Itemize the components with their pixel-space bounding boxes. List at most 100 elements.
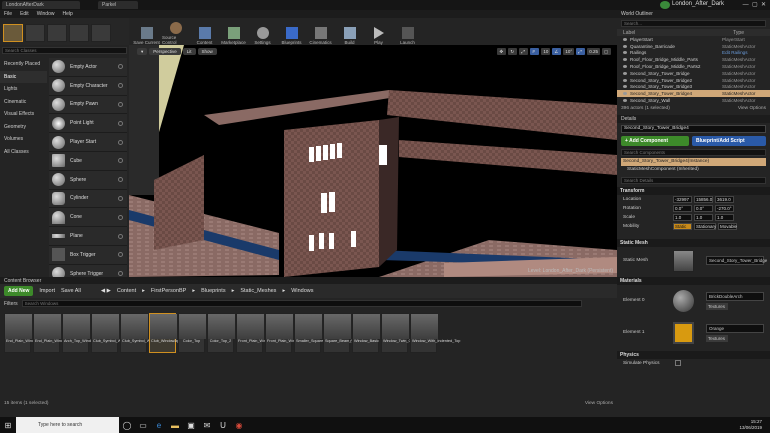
edge-browser-icon[interactable]: e xyxy=(151,417,167,433)
level-tab[interactable]: LondonAfterDark xyxy=(2,1,80,9)
static-mesh-dropdown[interactable]: Second_Story_Tower_Bridge xyxy=(706,256,767,266)
rotation-snap-value[interactable]: 10° xyxy=(563,48,575,55)
place-item[interactable]: Point Light xyxy=(49,114,127,134)
asset-tile[interactable]: Color_Top_2 xyxy=(207,313,235,353)
scale-x[interactable]: 1.0 xyxy=(673,213,692,221)
paint-mode-button[interactable] xyxy=(25,24,45,42)
asset-tile-selected[interactable]: Club_Window2 xyxy=(149,313,177,353)
breadcrumb-static-meshes[interactable]: Static_Meshes xyxy=(240,288,276,294)
eye-icon[interactable] xyxy=(623,65,627,69)
maximize-viewport-button[interactable]: ▢ xyxy=(602,48,611,55)
outliner-search-input[interactable]: Search... xyxy=(621,20,766,27)
eye-icon[interactable] xyxy=(623,71,627,75)
show-button[interactable]: Show xyxy=(197,48,217,55)
place-item[interactable]: Box Trigger xyxy=(49,245,127,265)
outliner-row[interactable]: Quarantine_Barricade StaticMeshActor xyxy=(617,43,770,50)
foliage-mode-button[interactable] xyxy=(69,24,89,42)
filters-button[interactable]: Filters xyxy=(4,301,18,307)
place-item[interactable]: Empty Actor xyxy=(49,58,127,77)
store-icon[interactable]: ▣ xyxy=(183,417,199,433)
place-item[interactable]: Cylinder xyxy=(49,189,127,209)
menu-window[interactable]: Window xyxy=(37,11,55,17)
file-explorer-icon[interactable]: ▬ xyxy=(167,417,183,433)
asset-tile[interactable]: Color_Top xyxy=(178,313,206,353)
eye-icon[interactable] xyxy=(623,37,627,41)
task-view-icon[interactable]: ◯ xyxy=(119,417,135,433)
source-control-button[interactable]: Source Control xyxy=(162,19,189,45)
add-component-button[interactable]: + Add Component xyxy=(621,135,689,146)
outliner-view-options[interactable]: View Options xyxy=(738,106,766,111)
content-button[interactable]: Content xyxy=(191,19,218,45)
settings-button[interactable]: Settings xyxy=(249,19,276,45)
transform-section[interactable]: Transform xyxy=(617,186,770,195)
parkel-tab[interactable]: Parkel xyxy=(98,1,138,9)
taskview-icon[interactable]: ▭ xyxy=(135,417,151,433)
scale-z[interactable]: 1.0 xyxy=(715,213,734,221)
rotation-x[interactable]: 0.0° xyxy=(673,204,692,212)
search-windows-input[interactable]: Search Windows xyxy=(21,300,582,307)
outliner-row[interactable]: Roof_Floor_Bridge_Middle_Parts2 StaticMes… xyxy=(617,63,770,70)
content-view-options[interactable]: View Options xyxy=(585,401,613,406)
grid-snap-value[interactable]: 10 xyxy=(541,48,551,55)
asset-tile[interactable]: Front_Plain_Window xyxy=(236,313,273,353)
search-classes-input[interactable]: Search Classes xyxy=(2,47,127,54)
chrome-icon[interactable]: ◉ xyxy=(231,417,247,433)
outliner-row[interactable]: Railings Edit Railings xyxy=(617,50,770,57)
instance-row[interactable]: Second_Story_Tower_Bridge4(Instance) xyxy=(621,157,766,166)
rotate-tool-button[interactable]: ↻ xyxy=(508,48,518,55)
cinematics-button[interactable]: Cinematics xyxy=(307,19,334,45)
outliner-row[interactable]: Second_Story_Tower_Bridge StaticMeshActor xyxy=(617,70,770,77)
level-viewport[interactable]: ▾ Perspective Lit Show ✥ ↻ ⤢ # 10 ∠ 10° … xyxy=(129,45,617,277)
eye-icon[interactable] xyxy=(623,44,627,48)
category-lights[interactable]: Lights xyxy=(0,83,47,96)
scale-snap-value[interactable]: 0.25 xyxy=(587,48,600,55)
mobility-movable[interactable]: Movable xyxy=(718,222,737,230)
material-thumbnail[interactable] xyxy=(672,321,694,344)
start-button[interactable]: ⊞ xyxy=(0,417,16,433)
category-cinematic[interactable]: Cinematic xyxy=(0,96,47,109)
static-mesh-section[interactable]: Static Mesh xyxy=(617,238,770,247)
simulate-physics-checkbox[interactable] xyxy=(675,360,681,367)
location-y[interactable]: 15856.0 xyxy=(694,195,713,203)
element0-dropdown[interactable]: BrickDoubleArch xyxy=(706,291,764,301)
unreal-engine-icon[interactable]: U xyxy=(215,417,231,433)
viewport-options-button[interactable]: ▾ xyxy=(137,48,148,55)
outliner-row[interactable]: Second_Story_Wall StaticMeshActor xyxy=(617,97,770,104)
category-volumes[interactable]: Volumes xyxy=(0,133,47,146)
category-basic[interactable]: Basic xyxy=(0,70,47,83)
marketplace-button[interactable]: Marketplace xyxy=(220,19,247,45)
asset-tile[interactable]: Arch_Top_Window xyxy=(62,313,96,353)
eye-icon[interactable] xyxy=(623,51,627,55)
back-button[interactable]: ◀ ▶ xyxy=(101,288,111,294)
place-item[interactable]: Plane xyxy=(49,227,127,246)
eye-icon[interactable] xyxy=(623,85,627,89)
physics-section[interactable]: Physics xyxy=(617,350,770,359)
asset-tile[interactable]: Front_Plain_Windows xyxy=(265,313,304,353)
save-all-button[interactable]: Save All xyxy=(61,288,81,294)
scale-snap-toggle[interactable]: ⤢ xyxy=(576,48,586,55)
eye-icon[interactable] xyxy=(623,58,627,62)
eye-icon[interactable] xyxy=(623,78,627,82)
breadcrumb-content[interactable]: Content xyxy=(117,288,136,294)
scale-tool-button[interactable]: ⤢ xyxy=(519,48,529,55)
location-z[interactable]: 3619.0 xyxy=(715,195,734,203)
asset-tile[interactable]: End_Plain_Windows xyxy=(33,313,70,353)
asset-tile[interactable]: Window_With_Indented_Top xyxy=(410,313,460,353)
blueprint-add-script-button[interactable]: Blueprint/Add Script xyxy=(692,135,766,146)
mobility-stationary[interactable]: Stationary xyxy=(694,222,716,230)
element1-textures[interactable]: Textures xyxy=(706,334,728,342)
asset-tile[interactable]: Club_Symbol_Window_Extra_Top xyxy=(120,313,179,353)
actor-name-field[interactable]: Second_Story_Tower_Bridge4 xyxy=(621,124,766,133)
place-item[interactable]: Empty Pawn xyxy=(49,95,127,115)
launch-button[interactable]: Launch xyxy=(394,19,421,45)
place-item[interactable]: Cube xyxy=(49,151,127,171)
system-tray-clock[interactable]: 15:27 13/06/2019 xyxy=(739,419,762,430)
grid-snap-toggle[interactable]: # xyxy=(530,48,540,55)
rotation-snap-toggle[interactable]: ∠ xyxy=(552,48,562,55)
materials-section[interactable]: Materials xyxy=(617,276,770,285)
element1-dropdown[interactable]: Orange xyxy=(706,323,764,333)
asset-tile[interactable]: Window_Basic xyxy=(352,313,380,353)
category-all-classes[interactable]: All Classes xyxy=(0,146,47,159)
category-recently-placed[interactable]: Recently Placed xyxy=(0,58,47,71)
place-item[interactable]: Cone xyxy=(49,208,127,228)
